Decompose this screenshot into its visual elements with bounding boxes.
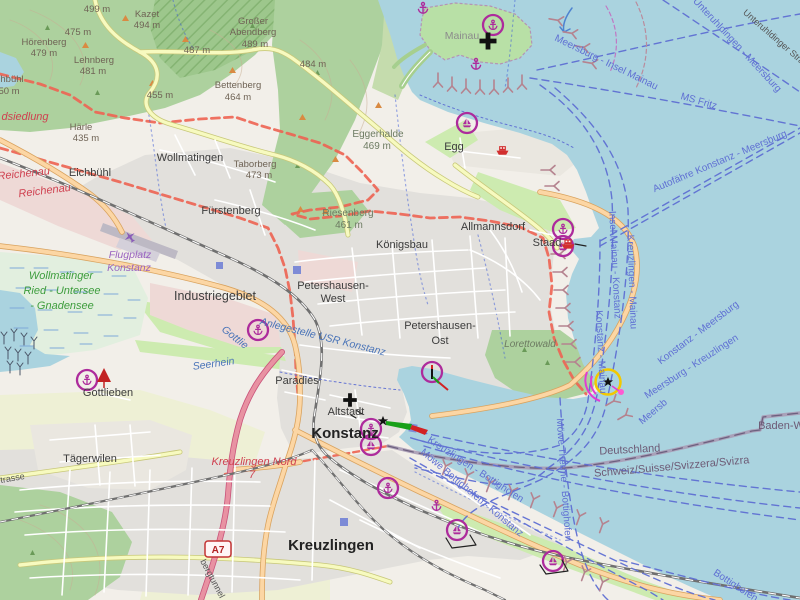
border-label-bw: Baden-W [758, 420, 800, 432]
place-label-red: dsiedlung [1, 111, 49, 123]
peak-label: 481 m [80, 66, 106, 77]
peak-label: Abendberg [230, 27, 276, 38]
peak-label: Hörenberg [22, 37, 67, 48]
peak-label: 455 m [147, 90, 173, 101]
peak-label: 487 m [184, 45, 210, 56]
place-label: Petershausen- [297, 280, 369, 292]
place-label: Industriegebiet [174, 289, 257, 303]
forest-label: Lorettowald [504, 339, 556, 350]
place-label: Wollmatingen [157, 152, 223, 164]
city-label-kreuzlingen: Kreuzlingen [288, 537, 374, 554]
motorway-exit-label: Kreuzlingen Nord [212, 456, 298, 468]
nature-reserve-label: Wollmatinger [29, 270, 95, 282]
motorway-shield-text: A7 [212, 545, 225, 556]
place-label: Tägerwilen [63, 453, 117, 465]
motorway-shield: A7 [205, 541, 231, 557]
forest-label: Eggerhalde [352, 129, 404, 140]
place-label: Altstadt [328, 406, 365, 418]
peak-label: 494 m [134, 20, 160, 31]
station-marker [293, 266, 301, 274]
peak-label: Großer [238, 16, 268, 27]
peak-label: 435 m [73, 133, 99, 144]
city-label-konstanz: Konstanz [311, 425, 379, 442]
forest-label: Riesenberg [322, 208, 373, 219]
peak-label: hbühl [0, 74, 23, 85]
peak-label: 475 m [65, 27, 91, 38]
motorway-exit-number: 7 [249, 469, 256, 481]
station-marker [340, 518, 348, 526]
peak-label: 50 m [0, 86, 20, 97]
place-label: Petershausen- [404, 320, 476, 332]
peak-label: Bettenberg [215, 80, 261, 91]
place-label: Staad [533, 237, 562, 249]
map-svg[interactable]: 499 m Kazet 494 m Großer Abendberg 489 m… [0, 0, 800, 600]
place-label: Allmannsdorf [461, 221, 526, 233]
place-label: Gottlieben [83, 387, 133, 399]
peak-label: Härle [70, 122, 93, 133]
peak-label: Taborberg [234, 159, 277, 170]
place-label: Königsbau [376, 239, 428, 251]
forest-label: 461 m [335, 220, 363, 231]
peak-label: 484 m [300, 59, 326, 70]
peak-label: Lehnberg [74, 55, 114, 66]
nature-reserve-label: Ried - Untersee [23, 285, 100, 297]
place-label: Egg [444, 141, 464, 153]
map-canvas[interactable]: 499 m Kazet 494 m Großer Abendberg 489 m… [0, 0, 800, 600]
place-label: Eichbühl [69, 167, 111, 179]
forest-label: 469 m [363, 141, 391, 152]
station-marker [216, 262, 223, 269]
peak-label: 473 m [246, 170, 272, 181]
place-label: Fürstenberg [201, 205, 260, 217]
peak-label: 479 m [31, 48, 57, 59]
place-label: Paradies [275, 375, 319, 387]
place-label-mainau: Mainau [445, 30, 480, 42]
place-label: West [321, 293, 346, 305]
peak-label: 499 m [84, 4, 110, 15]
peak-label: Kazet [135, 9, 160, 20]
light-dot [618, 389, 624, 395]
airfield-label: Konstanz [107, 262, 152, 274]
peak-label: 489 m [242, 39, 268, 50]
airfield-label: Flugplatz [109, 249, 152, 261]
peak-label: 464 m [225, 92, 251, 103]
place-label: Ost [431, 335, 448, 347]
nature-reserve-label: - Gnadensee [30, 300, 94, 312]
